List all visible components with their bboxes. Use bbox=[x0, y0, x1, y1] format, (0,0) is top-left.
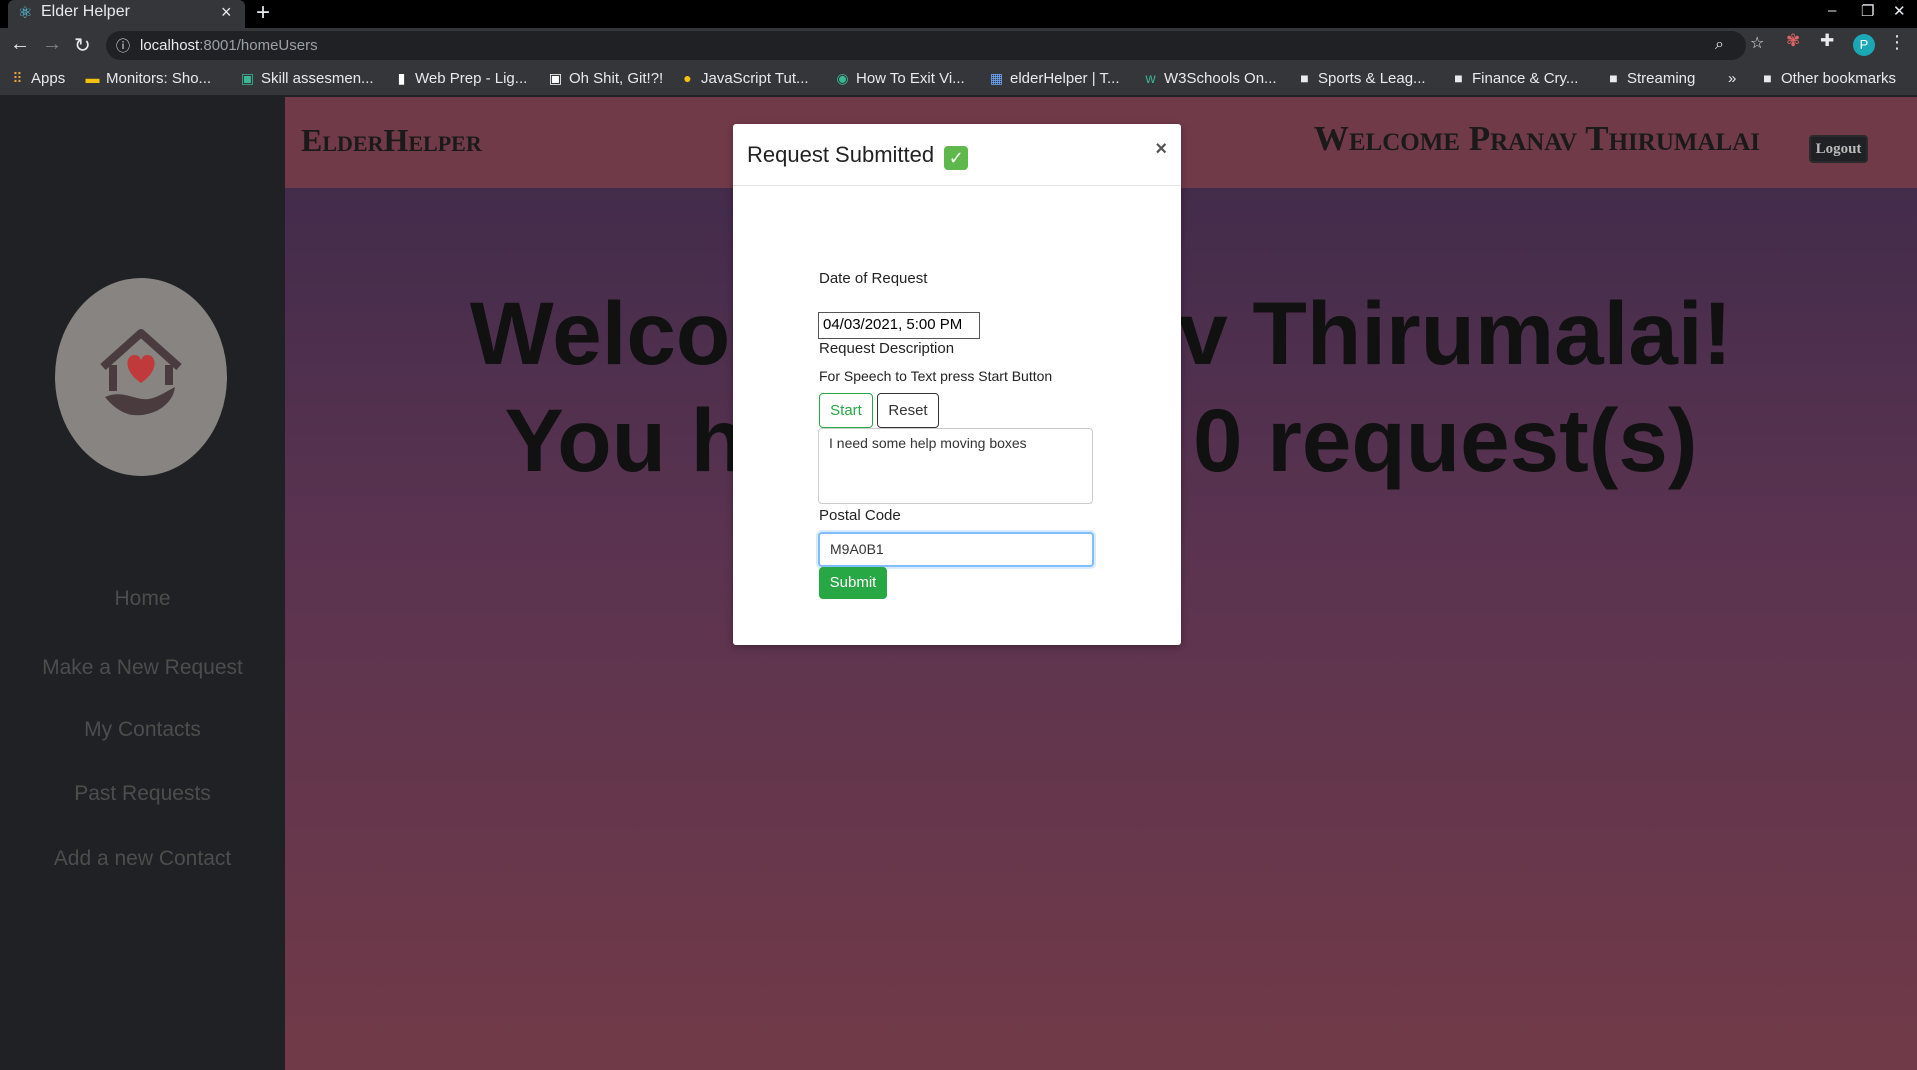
window-close-icon[interactable]: ✕ bbox=[1893, 2, 1906, 20]
bookmark-item[interactable]: ▣ Oh Shit, Git!?! bbox=[548, 70, 663, 87]
house-heart-hand-icon bbox=[100, 329, 182, 416]
browser-toolbar: ← → ↻ ⓘ localhost:8001/homeUsers ⌕ ☆ ✾ ✚… bbox=[0, 28, 1917, 63]
description-textarea[interactable]: I need some help moving boxes bbox=[818, 428, 1093, 504]
modal-close-icon[interactable]: × bbox=[1155, 138, 1167, 161]
browser-tab[interactable]: ⚛ Elder Helper × bbox=[8, 0, 245, 28]
bookmark-favicon-icon: ▮ bbox=[397, 70, 406, 86]
browser-tabstrip: ⚛ Elder Helper × + – ❐ ✕ bbox=[0, 0, 1917, 28]
modal-header: Request Submitted ✓ × bbox=[733, 124, 1181, 186]
nav-my-contacts[interactable]: My Contacts bbox=[0, 718, 285, 742]
modal-title: Request Submitted ✓ bbox=[747, 142, 969, 170]
zoom-icon[interactable]: ⌕ bbox=[1715, 36, 1724, 54]
nav-past-requests[interactable]: Past Requests bbox=[0, 782, 285, 806]
extensions-puzzle-icon[interactable]: ✚ bbox=[1820, 31, 1834, 51]
sidebar: Home Make a New Request My Contacts Past… bbox=[0, 97, 285, 1070]
minimize-icon[interactable]: – bbox=[1828, 2, 1836, 19]
folder-icon: ■ bbox=[1300, 70, 1309, 86]
bookmark-folder[interactable]: ■ Finance & Cry... bbox=[1451, 70, 1578, 87]
bookmark-favicon-icon: w bbox=[1145, 70, 1156, 86]
nav-home[interactable]: Home bbox=[0, 587, 285, 611]
address-bar[interactable]: ⓘ localhost:8001/homeUsers ⌕ bbox=[106, 31, 1746, 60]
profile-avatar[interactable]: P bbox=[1853, 34, 1875, 56]
reset-button[interactable]: Reset bbox=[877, 393, 939, 428]
welcome-user-text: Welcome Pranav Thirumalai bbox=[1313, 119, 1760, 158]
folder-icon: ■ bbox=[1763, 70, 1772, 86]
bookmark-item[interactable]: ▮ Web Prep - Lig... bbox=[394, 70, 528, 87]
bookmark-folder[interactable]: ■ Streaming bbox=[1606, 70, 1695, 87]
nav-add-contact[interactable]: Add a new Contact bbox=[0, 847, 285, 871]
back-icon[interactable]: ← bbox=[10, 33, 30, 56]
bookmarks-bar: ⠿ Apps ▬ Monitors: Sho... ▣ Skill assesmen.… bbox=[0, 63, 1917, 96]
restore-icon[interactable]: ❐ bbox=[1861, 2, 1874, 20]
bookmark-item[interactable]: w W3Schools On... bbox=[1143, 70, 1276, 87]
postal-code-input[interactable]: M9A0B1 bbox=[818, 532, 1094, 567]
apps-grid-icon: ⠿ bbox=[12, 70, 23, 86]
extension-icon[interactable]: ✾ bbox=[1786, 31, 1800, 51]
app-logo bbox=[55, 278, 227, 476]
folder-icon: ■ bbox=[1609, 70, 1618, 86]
check-mark-icon: ✓ bbox=[944, 146, 969, 170]
url-text[interactable]: localhost:8001/homeUsers bbox=[140, 37, 318, 54]
postal-code-label: Postal Code bbox=[819, 507, 901, 524]
bookmark-apps[interactable]: ⠿ Apps bbox=[10, 70, 65, 87]
bookmark-item[interactable]: ▬ Monitors: Sho... bbox=[85, 70, 212, 87]
logout-button[interactable]: Logout bbox=[1809, 135, 1868, 163]
python-icon: ● bbox=[683, 70, 692, 86]
bookmark-star-icon[interactable]: ☆ bbox=[1750, 33, 1764, 53]
date-input[interactable]: 04/03/2021, 5:00 PM bbox=[818, 312, 980, 339]
bookmark-favicon-icon: ◉ bbox=[836, 70, 849, 86]
bookmark-folder[interactable]: ■ Sports & Leag... bbox=[1297, 70, 1425, 87]
react-icon: ⚛ bbox=[18, 5, 33, 22]
bookmark-favicon-icon: ▣ bbox=[548, 70, 563, 86]
bookmark-favicon-icon: ▬ bbox=[85, 70, 100, 86]
bookmark-item[interactable]: ● JavaScript Tut... bbox=[680, 70, 808, 87]
bookmark-item[interactable]: ▦ elderHelper | T... bbox=[989, 70, 1120, 87]
reload-icon[interactable]: ↻ bbox=[74, 33, 91, 58]
welcome-heading-right: v Thirumalai! bbox=[1178, 283, 1733, 383]
browser-menu-icon[interactable]: ⋮ bbox=[1888, 32, 1906, 53]
submit-button[interactable]: Submit bbox=[819, 567, 887, 599]
brand-title[interactable]: ElderHelper bbox=[301, 122, 482, 159]
request-count-right: 0 request(s) bbox=[1193, 390, 1698, 490]
start-button[interactable]: Start bbox=[819, 393, 873, 428]
speech-hint: For Speech to Text press Start Button bbox=[819, 368, 1053, 384]
welcome-heading-left: Welco bbox=[469, 283, 731, 383]
other-bookmarks[interactable]: ■ Other bookmarks bbox=[1760, 70, 1896, 87]
description-label: Request Description bbox=[819, 340, 955, 357]
tab-title: Elder Helper bbox=[41, 3, 130, 20]
nav-make-request[interactable]: Make a New Request bbox=[0, 656, 285, 680]
new-tab-icon[interactable]: + bbox=[256, 0, 270, 27]
bookmark-favicon-icon: ▣ bbox=[240, 70, 255, 86]
forward-icon[interactable]: → bbox=[42, 33, 62, 56]
info-icon[interactable]: ⓘ bbox=[116, 36, 130, 56]
request-count-left: You h bbox=[504, 390, 746, 490]
bookmarks-overflow[interactable]: » bbox=[1728, 70, 1736, 87]
date-label: Date of Request bbox=[819, 270, 928, 287]
tab-close-icon[interactable]: × bbox=[221, 2, 232, 23]
folder-icon: ■ bbox=[1454, 70, 1463, 86]
bookmark-item[interactable]: ▣ Skill assesmen... bbox=[240, 70, 374, 87]
request-modal: Request Submitted ✓ × Date of Request 04… bbox=[733, 124, 1181, 645]
bookmark-item[interactable]: ◉ How To Exit Vi... bbox=[835, 70, 964, 87]
trello-icon: ▦ bbox=[989, 70, 1004, 86]
